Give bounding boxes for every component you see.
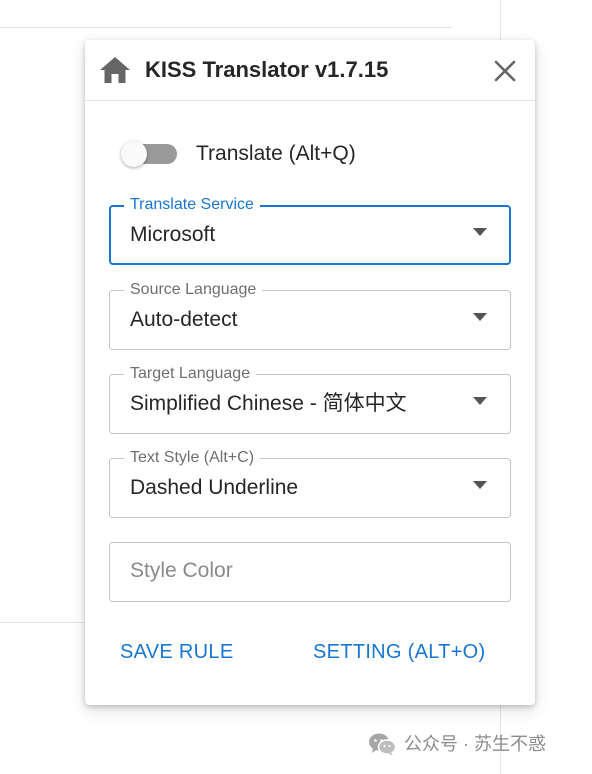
wechat-icon (368, 732, 397, 756)
translate-toggle-label: Translate (Alt+Q) (196, 142, 356, 165)
translate-service-value: Microsoft (130, 223, 216, 246)
source-language-select[interactable]: Source Language Auto-detect (109, 280, 511, 350)
arrow-drop-down-icon (473, 397, 487, 405)
target-language-label: Target Language (124, 364, 257, 384)
arrow-drop-down-icon (473, 228, 487, 236)
source-language-label: Source Language (124, 280, 263, 300)
close-button[interactable] (488, 54, 522, 88)
arrow-drop-down-icon (473, 481, 487, 489)
toggle-thumb (121, 141, 147, 167)
popup-title: KISS Translator v1.7.15 (145, 57, 389, 82)
translate-service-select[interactable]: Translate Service Microsoft (109, 195, 511, 265)
close-icon (494, 60, 516, 82)
text-style-value: Dashed Underline (130, 476, 299, 499)
setting-button[interactable]: SETTING (ALT+O) (313, 640, 485, 664)
target-language-select[interactable]: Target Language Simplified Chinese - 简体中… (109, 364, 511, 434)
background-divider-top (0, 27, 452, 28)
target-language-value: Simplified Chinese - 简体中文 (130, 392, 407, 415)
background-divider-bottom (0, 622, 86, 623)
style-color-field (109, 542, 511, 602)
home-icon[interactable] (99, 56, 131, 84)
translator-popup: KISS Translator v1.7.15 Translate (Alt+Q… (85, 40, 535, 705)
watermark-text: 公众号 · 苏生不惑 (404, 734, 546, 754)
source-language-value: Auto-detect (130, 308, 238, 331)
save-rule-button[interactable]: SAVE RULE (120, 640, 233, 664)
popup-header: KISS Translator v1.7.15 (85, 40, 535, 101)
style-color-input[interactable] (111, 544, 507, 598)
arrow-drop-down-icon (473, 313, 487, 321)
text-style-select[interactable]: Text Style (Alt+C) Dashed Underline (109, 448, 511, 518)
text-style-label: Text Style (Alt+C) (124, 448, 261, 468)
translate-toggle[interactable] (121, 141, 181, 167)
translate-service-label: Translate Service (124, 195, 260, 215)
